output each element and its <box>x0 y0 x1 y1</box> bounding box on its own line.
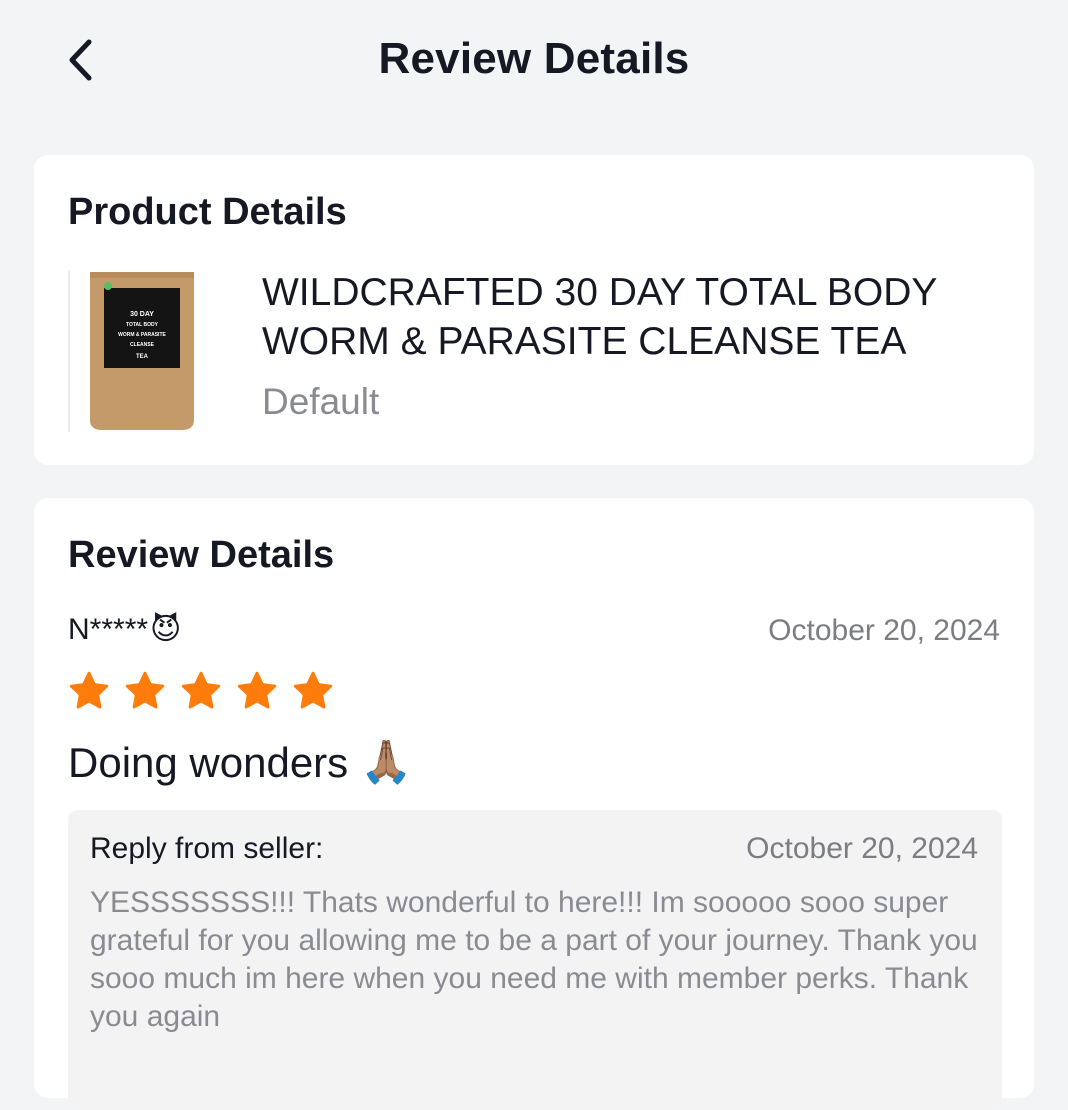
review-section-title: Review Details <box>68 534 335 576</box>
star-icon <box>237 671 277 709</box>
product-name[interactable]: WILDCRAFTED 30 DAY TOTAL BODY WORM & PAR… <box>262 268 1002 366</box>
seller-reply-label: Reply from seller: <box>90 832 324 865</box>
product-details-card: Product Details 30 DAY TOTAL BODY WORM &… <box>34 155 1034 465</box>
reviewer-name: N***** 😈 <box>68 612 181 647</box>
reviewer-masked-name: N***** <box>68 612 149 646</box>
star-icon <box>69 671 109 709</box>
star-rating <box>68 670 334 712</box>
image-label-line: TOTAL BODY <box>126 322 159 328</box>
review-body: Doing wonders <box>68 738 349 786</box>
top-bar: Review Details <box>0 0 1068 120</box>
tea-pouch-image: 30 DAY TOTAL BODY WORM & PARASITE CLEANS… <box>90 272 194 430</box>
image-label-line: 30 DAY <box>130 311 154 318</box>
star-icon <box>293 671 333 709</box>
image-label-line: WORM & PARASITE <box>118 332 166 338</box>
seller-reply-box: Reply from seller: October 20, 2024 YESS… <box>68 810 1002 1110</box>
seller-reply-date: October 20, 2024 <box>746 832 978 865</box>
star-icon <box>125 671 165 709</box>
product-variant: Default <box>262 381 380 422</box>
page-title: Review Details <box>378 34 690 83</box>
review-date: October 20, 2024 <box>768 614 1000 647</box>
product-thumbnail[interactable]: 30 DAY TOTAL BODY WORM & PARASITE CLEANS… <box>68 270 198 432</box>
product-section-title: Product Details <box>68 191 347 233</box>
folded-hands-emoji-icon: 🙏🏽 <box>360 738 413 785</box>
image-label-line: TEA <box>136 354 149 360</box>
star-icon <box>181 671 221 709</box>
review-details-card: Review Details N***** 😈 October 20, 2024 … <box>34 498 1034 1110</box>
devil-emoji-icon: 😈 <box>150 613 182 646</box>
image-label-line: CLEANSE <box>130 342 155 348</box>
seller-reply-text: YESSSSSSS!!! Thats wonderful to here!!! … <box>90 886 978 1033</box>
review-text: Doing wonders 🙏🏽 <box>68 738 412 787</box>
